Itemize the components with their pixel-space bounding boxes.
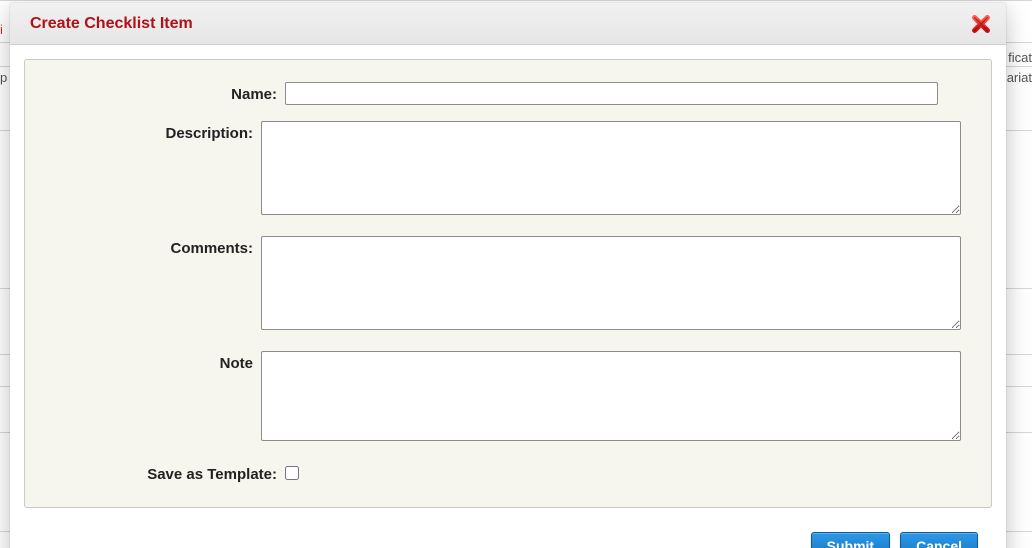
close-icon	[970, 13, 992, 35]
label-save-as-template: Save as Template:	[55, 462, 285, 483]
bg-text: i	[0, 22, 3, 37]
label-name: Name:	[55, 82, 285, 103]
form-panel: Name: Description: Comments: Note	[24, 59, 992, 508]
description-textarea[interactable]	[261, 121, 961, 215]
row-comments: Comments:	[55, 236, 961, 335]
row-description: Description:	[55, 121, 961, 220]
dialog-title: Create Checklist Item	[30, 15, 970, 33]
label-note: Note	[55, 351, 261, 372]
bg-text: p	[0, 70, 7, 85]
label-description: Description:	[55, 121, 261, 142]
dialog-header: Create Checklist Item	[10, 3, 1006, 45]
bg-text: ariat	[1007, 70, 1032, 85]
cancel-button[interactable]: Cancel	[900, 532, 978, 548]
submit-button[interactable]: Submit	[811, 532, 890, 548]
comments-textarea[interactable]	[261, 236, 961, 330]
dialog-footer: Submit Cancel	[10, 522, 1006, 548]
name-input[interactable]	[285, 82, 938, 105]
note-textarea[interactable]	[261, 351, 961, 441]
bg-text: ficat	[1008, 50, 1032, 65]
dialog-body: Name: Description: Comments: Note	[10, 45, 1006, 522]
row-save-as-template: Save as Template:	[55, 462, 961, 485]
row-name: Name:	[55, 82, 961, 105]
create-checklist-item-dialog: Create Checklist Item Name:	[10, 3, 1006, 548]
save-as-template-checkbox[interactable]	[285, 466, 299, 480]
row-note: Note	[55, 351, 961, 446]
label-comments: Comments:	[55, 236, 261, 257]
close-button[interactable]	[970, 13, 992, 35]
